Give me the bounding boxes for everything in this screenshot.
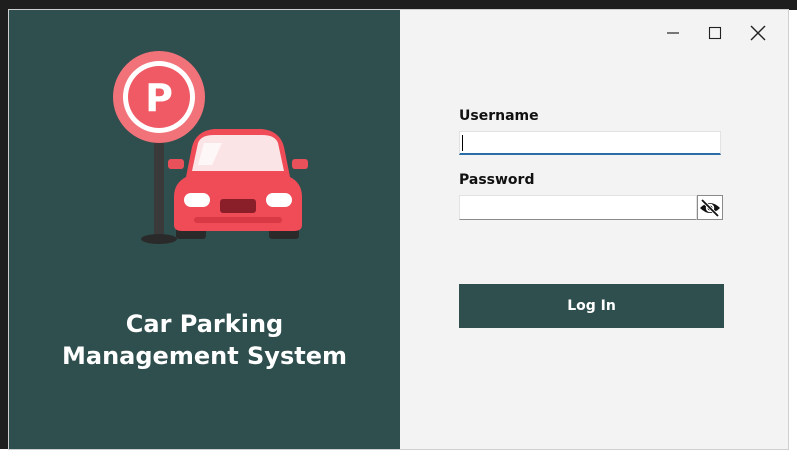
app-title-line-1: Car Parking: [125, 310, 284, 338]
username-input[interactable]: [459, 131, 721, 155]
desktop-background-bottom: [0, 449, 797, 457]
brand-panel: P Car Parking Management System: [9, 10, 400, 449]
password-label: Password: [459, 172, 535, 188]
text-caret: [462, 135, 463, 151]
parking-car-illustration: P: [113, 51, 308, 244]
maximize-button[interactable]: [695, 18, 735, 48]
maximize-icon: [708, 26, 722, 40]
username-label: Username: [459, 108, 539, 124]
minimize-icon: [667, 32, 679, 34]
minimize-button[interactable]: [653, 18, 693, 48]
login-button[interactable]: Log In: [459, 284, 724, 328]
show-password-toggle[interactable]: [697, 195, 723, 220]
login-window: P Car Parking Management System Username…: [9, 10, 788, 449]
svg-text:P: P: [145, 76, 173, 120]
login-form-panel: Username Password Log In: [400, 10, 788, 449]
password-input[interactable]: [459, 195, 697, 220]
desktop-background-left: [0, 0, 9, 457]
eye-slash-icon: [700, 198, 720, 217]
app-title-line-2: Management System: [62, 342, 347, 370]
app-title: Car Parking Management System: [9, 308, 400, 372]
close-button[interactable]: [738, 18, 778, 48]
desktop-background-top: [0, 0, 797, 10]
close-icon: [750, 25, 766, 41]
